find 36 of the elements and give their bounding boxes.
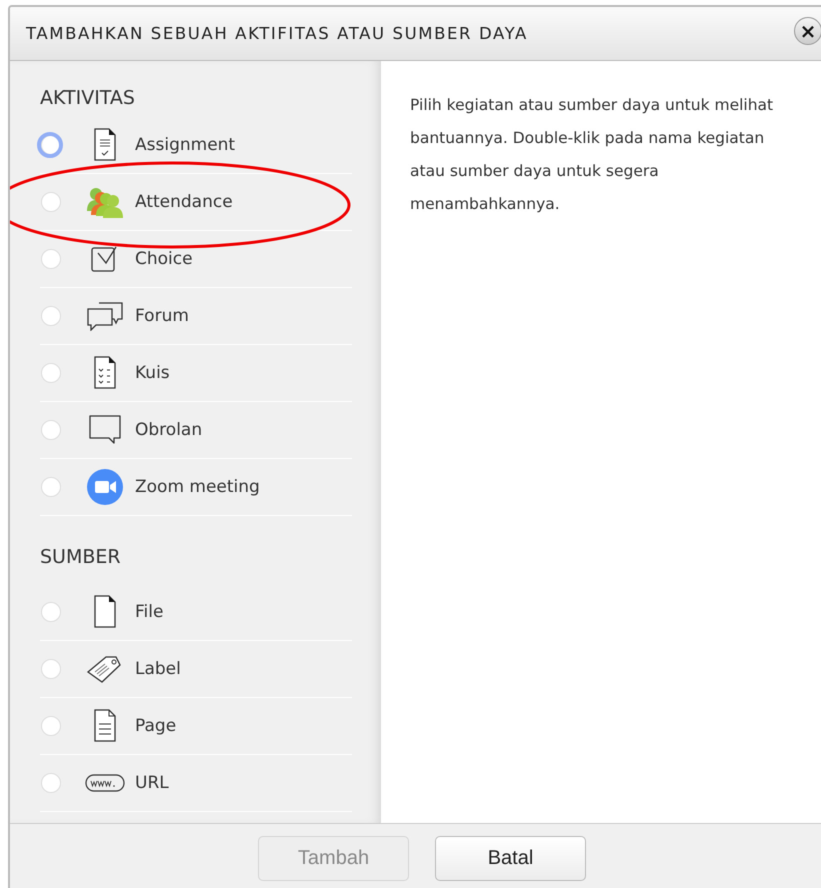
video-camera-icon [87,469,123,505]
cancel-button[interactable]: Batal [435,836,586,881]
document-icon [93,128,117,162]
radio-button[interactable] [41,773,61,793]
radio-button[interactable] [41,363,61,383]
option-label[interactable]: Choice [135,249,193,269]
radio-button[interactable] [41,477,61,497]
people-icon [86,185,124,219]
radio-button[interactable] [41,716,61,736]
page-icon [93,709,117,743]
option-label[interactable]: Zoom meeting [135,477,260,497]
speech-bubble-icon [88,414,122,446]
option-label[interactable]: Forum [135,306,189,326]
checklist-icon [93,356,117,390]
dialog-title: TAMBAHKAN SEBUAH AKTIFITAS ATAU SUMBER DAYA [26,24,528,43]
option-label[interactable]: Assignment [135,135,236,155]
option-label[interactable]: Obrolan [135,420,202,440]
option-label[interactable]: Kuis [135,363,170,383]
radio-button[interactable] [41,602,61,622]
radio-button[interactable] [41,306,61,326]
option-label[interactable]: Page [135,716,176,736]
speech-bubbles-icon [86,301,124,331]
option-label[interactable]: URL [135,773,169,793]
radio-button[interactable] [41,249,61,269]
radio-button[interactable] [41,659,61,679]
web-address-icon [85,773,125,793]
option-label[interactable]: Label [135,659,181,679]
radio-button[interactable] [41,420,61,440]
option-label[interactable]: Attendance [135,192,233,212]
section-heading: AKTIVITAS [40,86,136,111]
file-icon [93,595,117,629]
close-button[interactable]: × [794,17,821,45]
radio-button[interactable] [41,192,61,212]
option-label[interactable]: File [135,602,164,622]
help-text: Pilih kegiatan atau sumber daya untuk melihat bantuannya. Double-klik pada nama kegiatan atau sumber daya untuk segera menambahkannya. [410,95,774,215]
section-heading: SUMBER [40,545,122,570]
